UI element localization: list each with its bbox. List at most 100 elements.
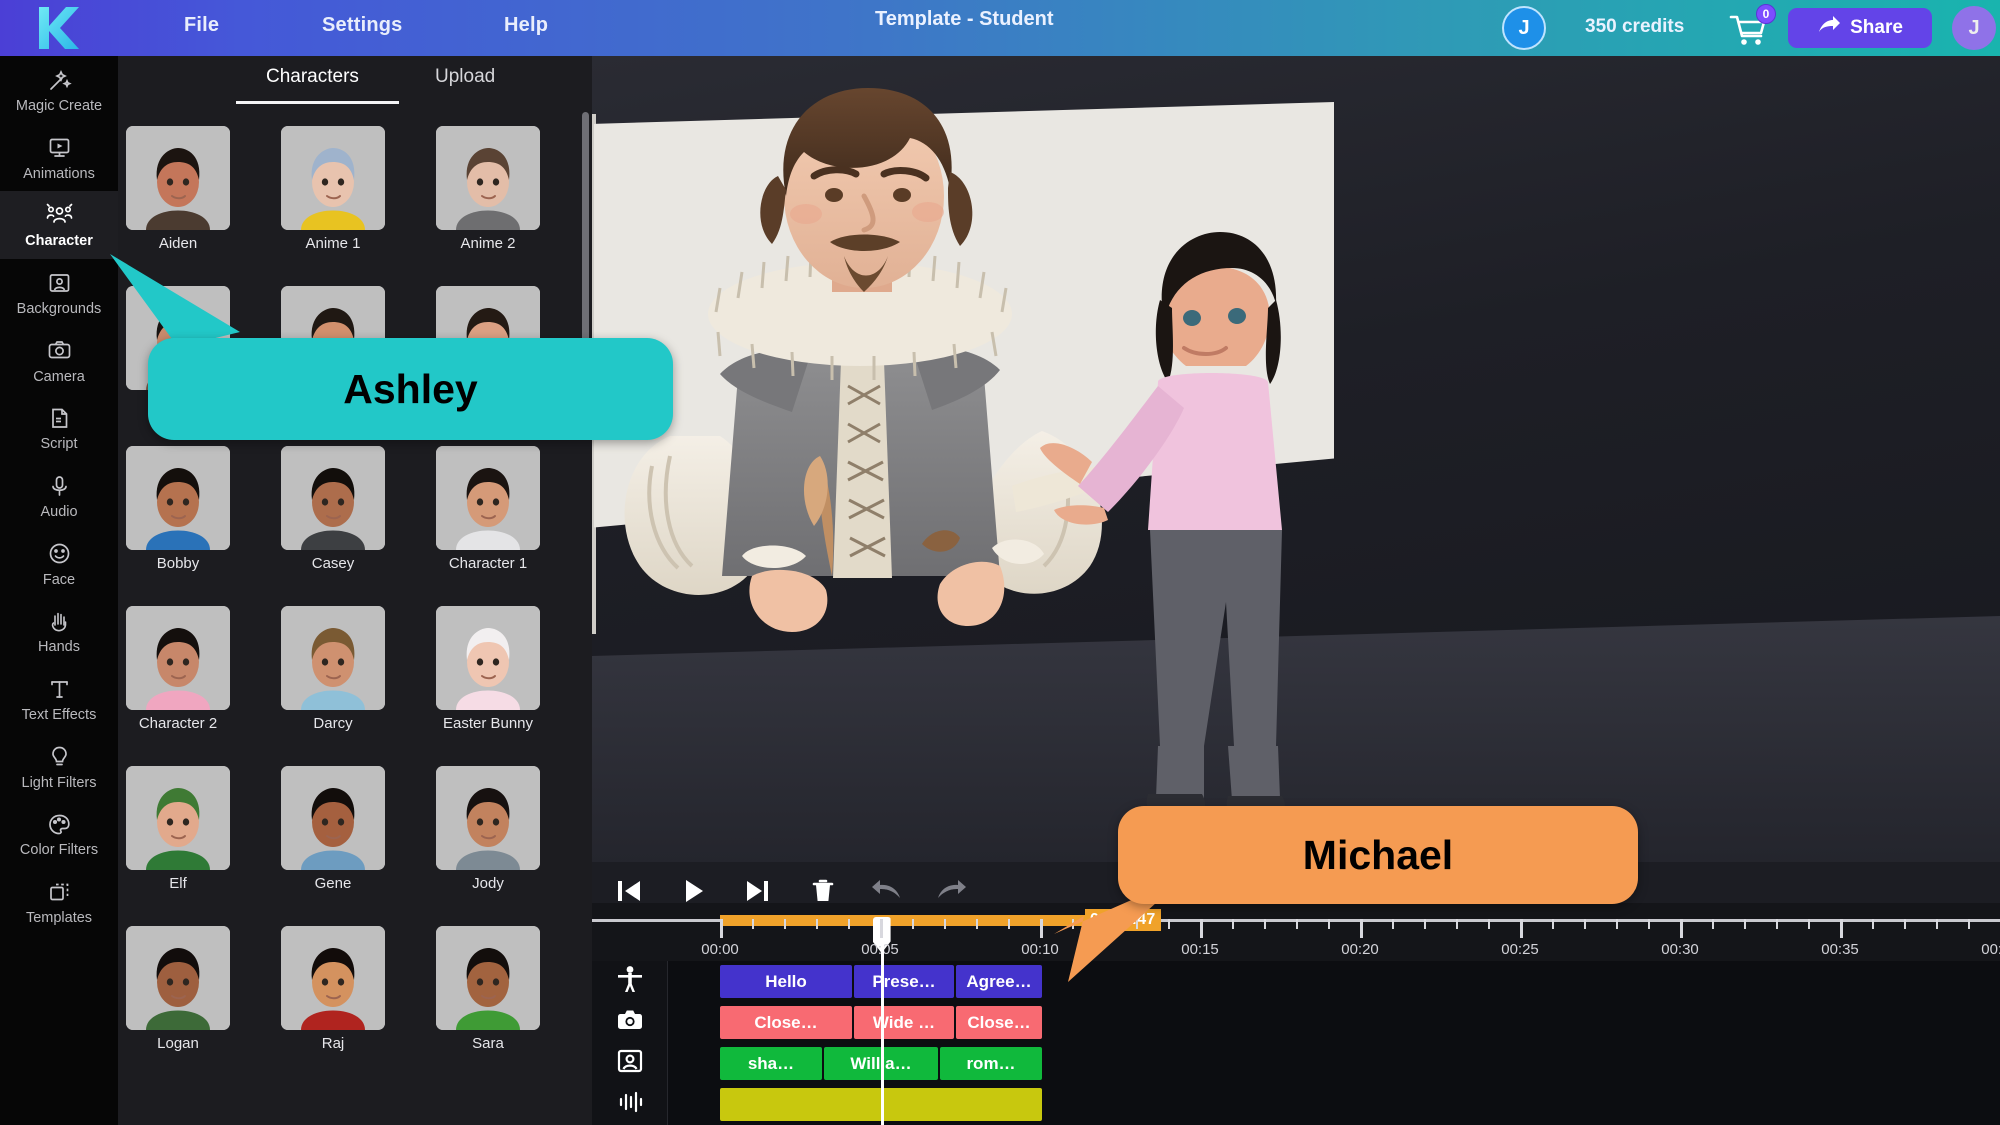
document-title: Template - Student [875, 8, 1054, 30]
timeline-clip[interactable]: rom… [940, 1047, 1042, 1080]
timeline-clip[interactable]: Agree… [956, 965, 1042, 998]
character-thumbnail[interactable] [281, 926, 385, 1030]
skip-forward-icon [747, 881, 768, 901]
sidebar-label-audio: Audio [40, 504, 78, 521]
character-thumbnail[interactable] [436, 766, 540, 870]
character-thumbnail[interactable] [281, 766, 385, 870]
character-name: Logan [157, 1035, 199, 1052]
ruler-tick-major [1840, 919, 1843, 938]
character-thumbnail[interactable] [436, 606, 540, 710]
menu-file[interactable]: File [174, 8, 229, 43]
timeline-track: sha…Willia…rom… [592, 1043, 2000, 1084]
sidebar-item-magic-create[interactable]: Magic Create [0, 56, 118, 124]
timeline-clip[interactable]: Hello [720, 965, 852, 998]
ruler-tick-minor [848, 919, 850, 929]
timeline-tracks: HelloPrese…Agree… Close…Wide …Close… sha…W… [592, 961, 2000, 1125]
character-card[interactable]: Jody [436, 766, 540, 893]
timeline-clip[interactable]: Close… [720, 1006, 852, 1039]
character-card[interactable]: Character 2 [126, 606, 230, 733]
microphone-icon [2, 473, 116, 499]
audio-icon [615, 1087, 645, 1122]
ruler-tick-minor [816, 919, 818, 929]
sidebar-label-camera: Camera [33, 368, 85, 385]
character-thumbnail[interactable] [281, 126, 385, 230]
timeline-clip[interactable]: Wide … [854, 1006, 954, 1039]
menu-settings[interactable]: Settings [312, 8, 413, 43]
sidebar-label-character: Character [25, 233, 93, 250]
character-card[interactable]: Logan [126, 926, 230, 1053]
menu-help[interactable]: Help [494, 8, 558, 43]
sidebar-item-script[interactable]: Script [0, 394, 118, 462]
track-header[interactable] [592, 1084, 668, 1125]
character-name: Elf [169, 875, 187, 892]
character-card[interactable]: Easter Bunny [436, 606, 540, 733]
character-name: Darcy [313, 715, 353, 732]
ruler-tick-minor [1776, 919, 1778, 929]
sidebar-item-light-filters[interactable]: Light Filters [0, 733, 118, 801]
sidebar-item-hands[interactable]: Hands [0, 597, 118, 665]
character-thumbnail[interactable] [281, 606, 385, 710]
character-thumbnail[interactable] [436, 126, 540, 230]
character-card[interactable]: Character 1 [436, 446, 540, 573]
sidebar-item-animations[interactable]: Animations [0, 124, 118, 192]
character-name: Easter Bunny [442, 715, 534, 732]
track-header[interactable] [592, 1043, 668, 1084]
sidebar-item-audio[interactable]: Audio [0, 462, 118, 530]
ruler-tick-minor [1584, 919, 1586, 929]
document-icon [2, 405, 116, 431]
character-card[interactable]: Anime 2 [436, 126, 540, 253]
character-card[interactable]: Raj [281, 926, 385, 1053]
user-avatar[interactable]: J [1502, 6, 1546, 50]
character-thumbnail[interactable] [126, 126, 230, 230]
tab-upload[interactable]: Upload [435, 66, 495, 88]
character-thumbnail[interactable] [126, 606, 230, 710]
character-card[interactable]: Sara [436, 926, 540, 1053]
character-name: Bobby [156, 555, 200, 572]
character-card[interactable]: Casey [281, 446, 385, 573]
account-avatar[interactable]: J [1952, 6, 1996, 50]
track-header[interactable] [592, 1002, 668, 1043]
character-thumbnail[interactable] [436, 446, 540, 550]
character-name: Sara [472, 1035, 504, 1052]
panel-scrollbar[interactable] [582, 112, 589, 372]
play-icon [686, 880, 703, 902]
ruler-tick-major [1680, 919, 1683, 938]
ruler-tick-major [1200, 919, 1203, 938]
timeline-ruler[interactable]: 00:11:47 00:0000:0500:1000:1500:2000:250… [592, 903, 2000, 961]
redo-arrow-icon [938, 880, 966, 898]
ruler-tick-label: 00:20 [1341, 941, 1379, 958]
character-thumbnail[interactable] [126, 446, 230, 550]
app-logo[interactable] [0, 0, 118, 56]
ruler-tick-major [1360, 919, 1363, 938]
sidebar-item-text-effects[interactable]: Text Effects [0, 665, 118, 733]
share-button[interactable]: Share [1788, 8, 1932, 48]
timeline-clip[interactable]: Close… [956, 1006, 1042, 1039]
timeline-clip[interactable]: Prese… [854, 965, 954, 998]
active-tab-underline [236, 101, 399, 104]
track-header[interactable] [592, 961, 668, 1002]
scene-characters [592, 88, 2000, 862]
video-play-icon [2, 135, 116, 161]
character-card[interactable]: Darcy [281, 606, 385, 733]
ruler-tick-minor [1936, 919, 1938, 929]
callout-ashley: Ashley [148, 338, 673, 440]
sidebar-item-templates[interactable]: Templates [0, 868, 118, 936]
magic-wand-icon [2, 67, 116, 93]
timeline-clip[interactable]: sha… [720, 1047, 822, 1080]
character-thumbnail[interactable] [281, 446, 385, 550]
ruler-tick-minor [1616, 919, 1618, 929]
sidebar-item-face[interactable]: Face [0, 530, 118, 598]
tab-characters[interactable]: Characters [266, 66, 359, 88]
character-thumbnail[interactable] [126, 926, 230, 1030]
preview-stage[interactable] [592, 56, 2000, 862]
character-card[interactable]: Gene [281, 766, 385, 893]
character-card[interactable]: Bobby [126, 446, 230, 573]
character-card[interactable]: Elf [126, 766, 230, 893]
sidebar-label-animations: Animations [23, 165, 95, 182]
character-thumbnail[interactable] [126, 766, 230, 870]
sidebar-item-color-filters[interactable]: Color Filters [0, 800, 118, 868]
sidebar-label-magic-create: Magic Create [15, 98, 103, 114]
character-thumbnail[interactable] [436, 926, 540, 1030]
character-name: Raj [321, 1035, 345, 1052]
ruler-tick-minor [1424, 919, 1426, 929]
